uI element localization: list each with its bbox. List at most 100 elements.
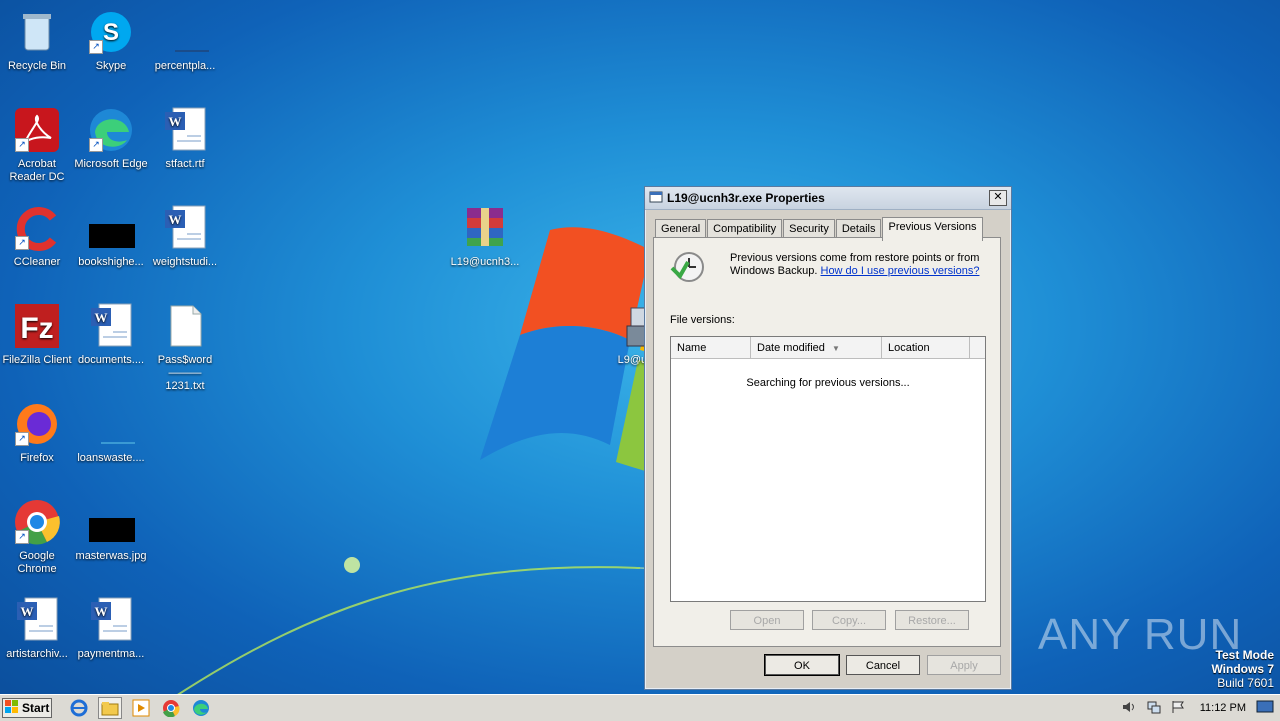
column-date-modified-label: Date modified — [757, 342, 825, 354]
volume-icon[interactable] — [1122, 700, 1138, 717]
word-document-icon: W — [161, 106, 209, 154]
previous-versions-panel: Previous versions come from restore poin… — [653, 237, 1001, 647]
svg-text:W: W — [95, 310, 108, 325]
shortcut-arrow-icon: ↗ — [15, 432, 29, 446]
column-location[interactable]: Location — [882, 337, 970, 358]
desktop-icon-firefox[interactable]: ↗ Firefox — [0, 400, 74, 465]
media-player-taskbar-icon[interactable] — [130, 698, 152, 718]
restore-clock-icon — [670, 250, 704, 284]
word-document-icon: W — [161, 204, 209, 252]
column-name[interactable]: Name — [671, 337, 751, 358]
shortcut-arrow-icon: ↗ — [15, 530, 29, 544]
help-link[interactable]: How do I use previous versions? — [821, 265, 980, 277]
shortcut-arrow-icon: ↗ — [15, 236, 29, 250]
dialog-title: L19@ucnh3r.exe Properties — [667, 191, 825, 205]
desktop-icon-filezilla[interactable]: Fz FileZilla Client — [0, 302, 74, 367]
svg-text:W: W — [95, 604, 108, 619]
svg-text:Fz: Fz — [20, 312, 53, 345]
desktop-icon-masterwas[interactable]: masterwas.jpg — [74, 498, 148, 563]
recycle-bin-icon — [13, 8, 61, 56]
close-icon[interactable]: ✕ — [989, 190, 1007, 206]
windows-flag-icon — [5, 699, 19, 717]
desktop-icon-stfact[interactable]: W stfact.rtf — [148, 106, 222, 171]
desktop-icon-label: Google Chrome — [17, 550, 57, 575]
network-icon[interactable] — [1146, 700, 1162, 717]
watermark-line3: Build 7601 — [1217, 676, 1274, 690]
firefox-icon: ↗ — [13, 400, 61, 448]
word-document-icon: W — [87, 596, 135, 644]
edge-icon: ↗ — [87, 106, 135, 154]
desktop-icon-documents[interactable]: W documents.... — [74, 302, 148, 367]
taskbar: Start 11:12 PM — [0, 694, 1280, 721]
desktop-icon-label: documents.... — [77, 354, 145, 366]
watermark-line1: Test Mode — [1215, 648, 1274, 662]
start-button[interactable]: Start — [2, 698, 52, 718]
desktop-icon-label: FileZilla Client — [2, 354, 72, 366]
svg-text:W: W — [21, 604, 34, 619]
desktop-icon-weightstudi[interactable]: W weightstudi... — [148, 204, 222, 269]
chrome-taskbar-icon[interactable] — [160, 698, 182, 718]
show-desktop-icon[interactable] — [1256, 700, 1274, 717]
versions-list[interactable]: Name Date modified ▼ Location Searching … — [670, 336, 986, 602]
desktop-icon-skype[interactable]: S ↗ Skype — [74, 8, 148, 73]
watermark-line2: Windows 7 — [1211, 662, 1274, 676]
ok-button[interactable]: OK — [764, 654, 840, 676]
desktop-icon-label: masterwas.jpg — [75, 550, 147, 562]
desktop-icon-password-txt[interactable]: Pass$word ——— 1231.txt — [148, 302, 222, 393]
copy-button[interactable]: Copy... — [812, 610, 886, 630]
test-mode-watermark: Test Mode Windows 7 Build 7601 — [1211, 648, 1274, 690]
desktop-icon-paymentma[interactable]: W paymentma... — [74, 596, 148, 661]
desktop-icon-artistarchiv[interactable]: W artistarchiv... — [0, 596, 74, 661]
system-tray: 11:12 PM — [1122, 695, 1280, 721]
desktop-icon-label: percentpla... — [154, 60, 216, 72]
chrome-icon: ↗ — [13, 498, 61, 546]
column-date-modified[interactable]: Date modified ▼ — [751, 337, 882, 358]
desktop-icon-recycle-bin[interactable]: Recycle Bin — [0, 8, 74, 73]
desktop-icon-edge[interactable]: ↗ Microsoft Edge — [74, 106, 148, 171]
sort-down-icon: ▼ — [831, 344, 840, 353]
open-button[interactable]: Open — [730, 610, 804, 630]
cancel-button[interactable]: Cancel — [846, 655, 920, 675]
desktop-icon-ccleaner[interactable]: ↗ CCleaner — [0, 204, 74, 269]
shortcut-arrow-icon: ↗ — [89, 40, 103, 54]
info-text: Previous versions come from restore poin… — [730, 252, 990, 278]
desktop-icon-label: Acrobat Reader DC — [9, 158, 65, 183]
svg-text:S: S — [103, 19, 119, 46]
desktop-icon-label: loanswaste.... — [77, 452, 145, 464]
desktop-icon-loanswaste[interactable]: loanswaste.... — [74, 400, 148, 465]
file-versions-label: File versions: — [670, 314, 735, 326]
desktop-icon-label: Skype — [95, 60, 127, 72]
edge-taskbar-icon[interactable] — [190, 698, 212, 718]
desktop-icon-label: L19@ucnh3... — [450, 256, 520, 268]
desktop-icon-label: paymentma... — [77, 648, 145, 660]
explorer-taskbar-icon[interactable] — [98, 697, 122, 719]
desktop-icon-label: Microsoft Edge — [74, 158, 148, 170]
action-center-flag-icon[interactable] — [1170, 700, 1186, 717]
dialog-titlebar[interactable]: L19@ucnh3r.exe Properties ✕ — [645, 187, 1011, 210]
tab-previous-versions[interactable]: Previous Versions — [882, 217, 983, 241]
list-header: Name Date modified ▼ Location — [671, 337, 985, 359]
restore-button[interactable]: Restore... — [895, 610, 969, 630]
shortcut-arrow-icon: ↗ — [89, 138, 103, 152]
app-icon — [649, 190, 663, 207]
clock[interactable]: 11:12 PM — [1200, 702, 1246, 714]
desktop-icon-label: Recycle Bin — [7, 60, 67, 72]
shortcut-arrow-icon: ↗ — [15, 138, 29, 152]
desktop-icon-bookshighe[interactable]: bookshighe... — [74, 204, 148, 269]
desktop-icon-acrobat[interactable]: ↗ Acrobat Reader DC — [0, 106, 74, 184]
winrar-archive-icon — [461, 204, 509, 252]
desktop-icon-chrome[interactable]: ↗ Google Chrome — [0, 498, 74, 576]
ccleaner-icon: ↗ — [13, 204, 61, 252]
desktop-icon-label: weightstudi... — [152, 256, 218, 268]
svg-text:W: W — [169, 114, 182, 129]
desktop-icon-label: Firefox — [20, 452, 54, 464]
black-thumbnail-icon — [87, 498, 135, 546]
start-label: Start — [22, 701, 50, 715]
desktop-icon-label: Pass$word ——— 1231.txt — [157, 354, 213, 392]
ie-taskbar-icon[interactable] — [68, 698, 90, 718]
acrobat-icon: ↗ — [13, 106, 61, 154]
desktop-icon-label: bookshighe... — [78, 256, 144, 268]
apply-button[interactable]: Apply — [927, 655, 1001, 675]
desktop-icon-percentpla[interactable]: percentpla... — [148, 8, 222, 73]
desktop-icon-l19-archive[interactable]: L19@ucnh3... — [448, 204, 522, 269]
